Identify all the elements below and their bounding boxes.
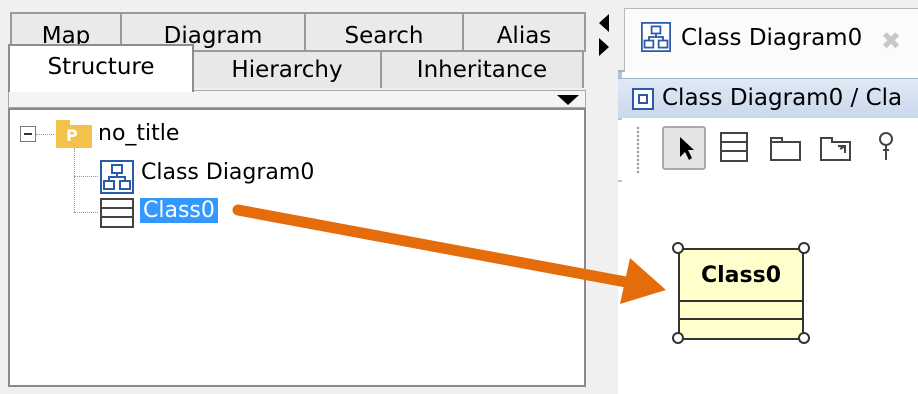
diagram-title: Class Diagram0 / Cla xyxy=(662,85,903,111)
tree-item-class0[interactable]: Class0 xyxy=(140,198,218,223)
resize-handle-bottom-left[interactable] xyxy=(672,332,684,344)
class-element-name[interactable]: Class0 xyxy=(680,250,802,300)
package-tool-icon[interactable] xyxy=(766,126,810,170)
project-browser-panel: Map Diagram Search Alias Structure Hiera… xyxy=(0,0,596,394)
tab-structure[interactable]: Structure xyxy=(8,44,194,92)
diagram-frame-icon xyxy=(632,88,654,110)
collapse-toggle-icon[interactable] xyxy=(20,126,36,142)
class-diagram-icon xyxy=(100,160,134,194)
diagram-title-bar: Class Diagram0 / Cla xyxy=(618,78,918,118)
diagram-toolbar xyxy=(618,120,918,180)
pin-tool-icon[interactable] xyxy=(866,126,910,170)
tab-alias[interactable]: Alias xyxy=(462,12,586,52)
tree-connector xyxy=(74,148,75,212)
diagram-canvas[interactable]: Class0 xyxy=(618,182,918,394)
editor-tab-label: Class Diagram0 xyxy=(681,25,863,51)
resize-handle-bottom-right[interactable] xyxy=(798,332,810,344)
diagram-editor-panel: Class Diagram0 ✖ Class Diagram0 / Cla Cl… xyxy=(618,0,918,394)
tab-search[interactable]: Search xyxy=(304,12,464,52)
editor-tab-class-diagram0[interactable]: Class Diagram0 ✖ xyxy=(624,8,918,72)
class-tool-icon[interactable] xyxy=(714,126,758,170)
class-diagram-icon xyxy=(641,22,671,52)
editor-tab-bar: Class Diagram0 ✖ xyxy=(618,0,918,72)
tree-item-class-diagram0[interactable]: Class Diagram0 xyxy=(141,160,314,185)
select-pointer-icon[interactable] xyxy=(662,126,706,170)
resize-handle-top-left[interactable] xyxy=(672,242,684,254)
project-package-icon: P xyxy=(56,120,92,148)
panel-splitter[interactable] xyxy=(596,0,618,394)
operation-compartment[interactable] xyxy=(680,318,802,320)
tree-root-label[interactable]: no_title xyxy=(98,121,179,146)
resize-handle-top-right[interactable] xyxy=(798,242,810,254)
tree-connector xyxy=(74,212,98,213)
collapse-left-icon[interactable] xyxy=(599,14,609,32)
tree-connector xyxy=(74,176,98,177)
attribute-compartment[interactable] xyxy=(680,300,802,302)
tree-connector xyxy=(36,134,54,135)
class-element-class0[interactable]: Class0 xyxy=(678,248,810,346)
tab-inheritance[interactable]: Inheritance xyxy=(380,50,584,88)
close-icon[interactable]: ✖ xyxy=(881,29,901,53)
structure-tree xyxy=(8,108,586,387)
expand-right-icon[interactable] xyxy=(599,38,609,56)
class-icon xyxy=(100,198,134,228)
dropdown-arrow-icon[interactable] xyxy=(557,95,579,105)
toolbar-grip[interactable] xyxy=(636,126,640,174)
tab-hierarchy[interactable]: Hierarchy xyxy=(192,50,382,88)
subsystem-tool-icon[interactable] xyxy=(816,126,860,170)
view-options-bar[interactable] xyxy=(8,90,586,108)
